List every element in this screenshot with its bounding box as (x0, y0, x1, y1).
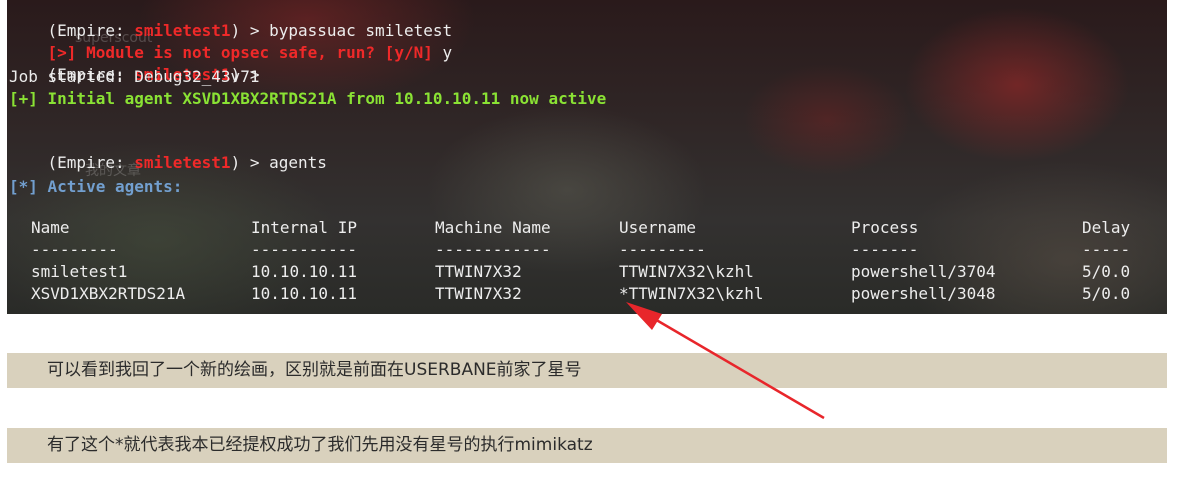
prompt-command: ) > agents (230, 153, 327, 172)
prompt-agent: smiletest1 (134, 153, 231, 172)
prompt-prefix: (Empire: (47, 153, 135, 172)
caption-block: 有了这个*就代表我本已经提权成功了我们先用没有星号的执行mimikatz (7, 428, 1167, 463)
cell-internal-ip: 10.10.10.11 (251, 284, 357, 303)
column-header: Delay (1082, 218, 1131, 237)
table-header-row: Name Internal IP Machine Name Username P… (7, 218, 1167, 238)
column-header: Username (619, 218, 697, 237)
terminal-line-success: [+] Initial agent XSVD1XBX2RTDS21A from … (9, 89, 607, 108)
terminal-line-job: Job started: Debug32_43v71 (9, 67, 260, 86)
separator: --------- (31, 240, 118, 259)
terminal-line-info: [*] Active agents: (9, 177, 183, 196)
separator: ----- (1082, 240, 1131, 259)
cell-machine-name: TTWIN7X32 (435, 262, 522, 281)
terminal-screenshot: superscout 我的文章 (Empire: smiletest1) > b… (7, 0, 1167, 314)
cell-process: powershell/3704 (851, 262, 996, 281)
cell-machine-name: TTWIN7X32 (435, 284, 522, 303)
column-header: Machine Name (435, 218, 551, 237)
separator: ------------ (435, 240, 551, 259)
caption-text: 可以看到我回了一个新的绘画，区别就是前面在USERBANE前家了星号 (47, 360, 582, 380)
cell-process: powershell/3048 (851, 284, 996, 303)
table-row: XSVD1XBX2RTDS21A 10.10.10.11 TTWIN7X32 *… (7, 284, 1167, 304)
column-header: Name (31, 218, 70, 237)
separator: ------- (851, 240, 919, 259)
caption-text: 有了这个*就代表我本已经提权成功了我们先用没有星号的执行mimikatz (47, 435, 593, 455)
cell-delay: 5/0.0 (1082, 262, 1131, 281)
separator: --------- (619, 240, 706, 259)
column-header: Internal IP (251, 218, 357, 237)
cell-internal-ip: 10.10.10.11 (251, 262, 357, 281)
cell-name: XSVD1XBX2RTDS21A (31, 284, 186, 303)
column-header: Process (851, 218, 919, 237)
warning-answer: y (432, 43, 453, 62)
cell-username: TTWIN7X32\kzhl (619, 262, 754, 281)
table-separator-row: --------- ----------- ------------ -----… (7, 240, 1167, 260)
separator: ----------- (251, 240, 357, 259)
cell-delay: 5/0.0 (1082, 284, 1131, 303)
caption-block: 可以看到我回了一个新的绘画，区别就是前面在USERBANE前家了星号 (7, 353, 1167, 388)
cell-username: *TTWIN7X32\kzhl (619, 284, 764, 303)
table-row: smiletest1 10.10.10.11 TTWIN7X32 TTWIN7X… (7, 262, 1167, 282)
cell-name: smiletest1 (31, 262, 128, 281)
